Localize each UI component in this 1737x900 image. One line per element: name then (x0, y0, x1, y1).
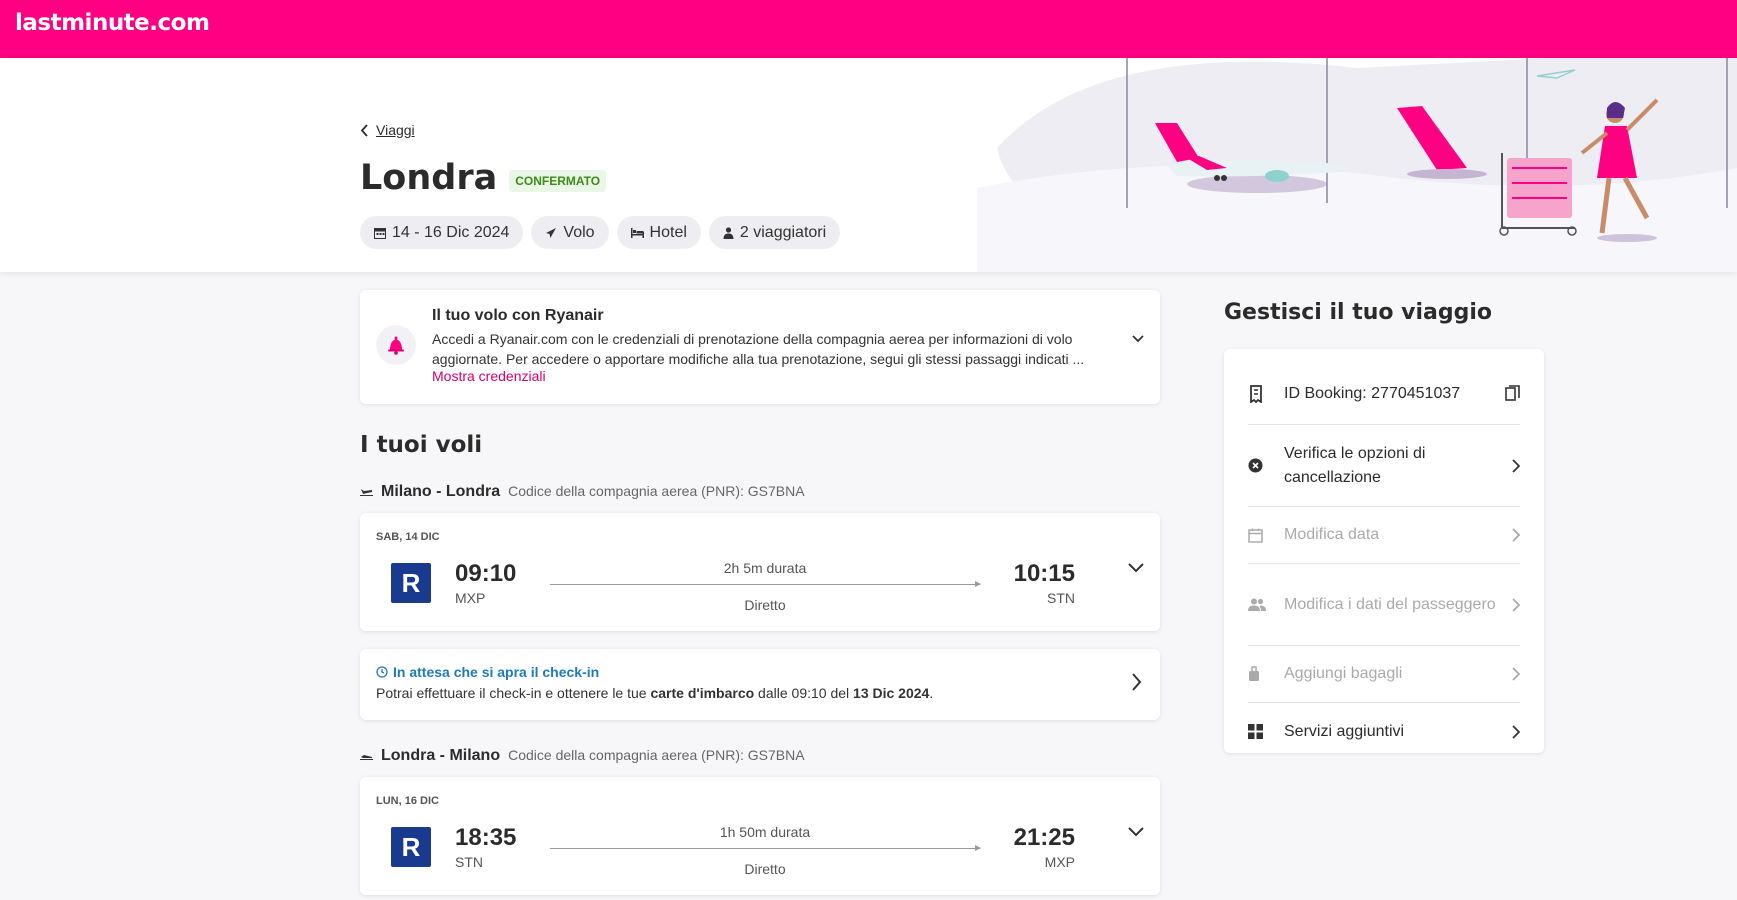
airline-notice[interactable]: Il tuo volo con Ryanair Accedi a Ryanair… (360, 290, 1160, 404)
departure-airport: STN (455, 854, 483, 870)
departure-time: 18:35 (455, 824, 517, 851)
dates-chip: 14 - 16 Dic 2024 (360, 216, 524, 249)
luggage-icon (1248, 666, 1284, 682)
trip-header: Viaggi Londra CONFERMATO 14 - 16 Dic 202… (0, 58, 1737, 272)
manage-trip-panel: ID Booking: 2770451037 Verifica le opzio… (1224, 349, 1544, 753)
flight-path-line (550, 845, 981, 851)
chevron-right-icon (1500, 724, 1520, 739)
arrival-airport: STN (1047, 590, 1075, 606)
clock-icon (376, 666, 388, 678)
departure-plane-icon (360, 489, 373, 496)
outbound-flight-card[interactable]: SAB, 14 DIC R 09:10 MXP 2h 5m durata Dir… (360, 513, 1160, 631)
outbound-pnr: Codice della compagnia aerea (PNR): GS7B… (508, 483, 805, 499)
flight-chip-label: Volo (563, 223, 595, 241)
arrival-airport: MXP (1044, 854, 1075, 870)
hotel-chip: Hotel (616, 216, 701, 249)
chevron-down-icon[interactable] (1128, 827, 1144, 837)
trip-summary-chips: 14 - 16 Dic 2024 Volo Hotel 2 viaggiator… (360, 216, 841, 249)
cancel-circle-icon (1248, 458, 1284, 473)
travelers-chip: 2 viaggiatori (708, 216, 841, 249)
dates-chip-label: 14 - 16 Dic 2024 (392, 223, 510, 241)
calendar-icon (374, 227, 386, 239)
flight-path-line (550, 581, 981, 587)
flight-stops: Diretto (744, 597, 786, 613)
chevron-right-icon (1500, 597, 1520, 612)
travelers-chip-label: 2 viaggiatori (739, 223, 827, 241)
notice-title: Il tuo volo con Ryanair (432, 307, 604, 324)
chevron-right-icon (1500, 528, 1520, 542)
cancellation-options-row[interactable]: Verifica le opzioni di cancellazione (1248, 425, 1520, 507)
checkin-text: Potrai effettuare il check-in e ottenere… (376, 685, 934, 701)
airport-illustration (977, 58, 1737, 272)
chevron-right-icon[interactable] (1132, 673, 1142, 691)
departure-airport: MXP (455, 590, 486, 606)
page-title: Londra (360, 158, 498, 198)
chevron-down-icon[interactable] (1128, 563, 1144, 573)
booking-id-row[interactable]: ID Booking: 2770451037 (1248, 363, 1520, 425)
top-bar: lastminute.com (0, 0, 1737, 58)
departure-time: 09:10 (455, 560, 517, 587)
hotel-chip-label: Hotel (649, 223, 687, 241)
status-badge: CONFERMATO (509, 170, 607, 192)
arrival-plane-icon (360, 755, 373, 760)
notice-text: Accedi a Ryanair.com con le credenziali … (432, 331, 1085, 367)
bell-icon (376, 325, 416, 365)
flight-chip: Volo (531, 216, 609, 249)
ryanair-logo: R (391, 827, 431, 867)
edit-passenger-label: Modifica i dati del passeggero (1284, 595, 1496, 613)
outbound-route-header: Milano - Londra Codice della compagnia a… (360, 483, 805, 501)
chevron-right-icon (1500, 667, 1520, 681)
ticket-icon (1248, 384, 1284, 403)
arrival-time: 10:15 (1013, 560, 1075, 587)
flight-duration: 2h 5m durata (723, 560, 807, 576)
cancellation-options-label: Verifica le opzioni di cancellazione (1284, 444, 1426, 486)
change-date-label: Modifica data (1284, 526, 1380, 543)
checkin-title: In attesa che si apra il check-in (393, 664, 600, 680)
chevron-left-icon (360, 123, 368, 137)
arrival-time: 21:25 (1013, 824, 1075, 851)
back-link[interactable]: Viaggi (360, 122, 415, 138)
add-luggage-label: Aggiungi bagagli (1284, 665, 1403, 682)
flight-stops: Diretto (744, 861, 786, 877)
add-luggage-row[interactable]: Aggiungi bagagli (1248, 646, 1520, 703)
return-route-header: Londra - Milano Codice della compagnia a… (360, 747, 805, 765)
edit-passenger-row[interactable]: Modifica i dati del passeggero (1248, 564, 1520, 646)
additional-services-row[interactable]: Servizi aggiuntivi (1248, 703, 1520, 760)
bed-icon (630, 227, 644, 238)
show-credentials-link[interactable]: Mostra credenziali (432, 368, 546, 384)
booking-id-label: ID Booking: 2770451037 (1284, 384, 1461, 402)
calendar-icon (1248, 528, 1284, 543)
flights-section-title: I tuoi voli (360, 432, 483, 458)
additional-services-label: Servizi aggiuntivi (1284, 722, 1405, 740)
chevron-down-icon[interactable] (1132, 335, 1144, 343)
back-link-label: Viaggi (376, 122, 415, 138)
outbound-route-name: Milano - Londra (381, 483, 501, 500)
logo[interactable]: lastminute.com (15, 10, 210, 36)
manage-trip-title: Gestisci il tuo viaggio (1224, 300, 1493, 325)
checkin-status-card[interactable]: In attesa che si apra il check-in Potrai… (360, 649, 1160, 720)
plane-icon (546, 227, 557, 238)
flight-date: LUN, 16 DIC (376, 795, 439, 807)
return-route-name: Londra - Milano (381, 747, 501, 764)
grid-icon (1248, 724, 1284, 739)
change-date-row[interactable]: Modifica data (1248, 507, 1520, 564)
copy-icon[interactable] (1500, 385, 1520, 402)
flight-date: SAB, 14 DIC (376, 531, 440, 543)
chevron-right-icon (1500, 458, 1520, 473)
return-pnr: Codice della compagnia aerea (PNR): GS7B… (508, 747, 805, 763)
ryanair-logo: R (391, 563, 431, 603)
flight-duration: 1h 50m durata (719, 824, 811, 840)
people-icon (1248, 598, 1284, 611)
person-icon (723, 226, 734, 239)
return-flight-card[interactable]: LUN, 16 DIC R 18:35 STN 1h 50m durata Di… (360, 777, 1160, 895)
